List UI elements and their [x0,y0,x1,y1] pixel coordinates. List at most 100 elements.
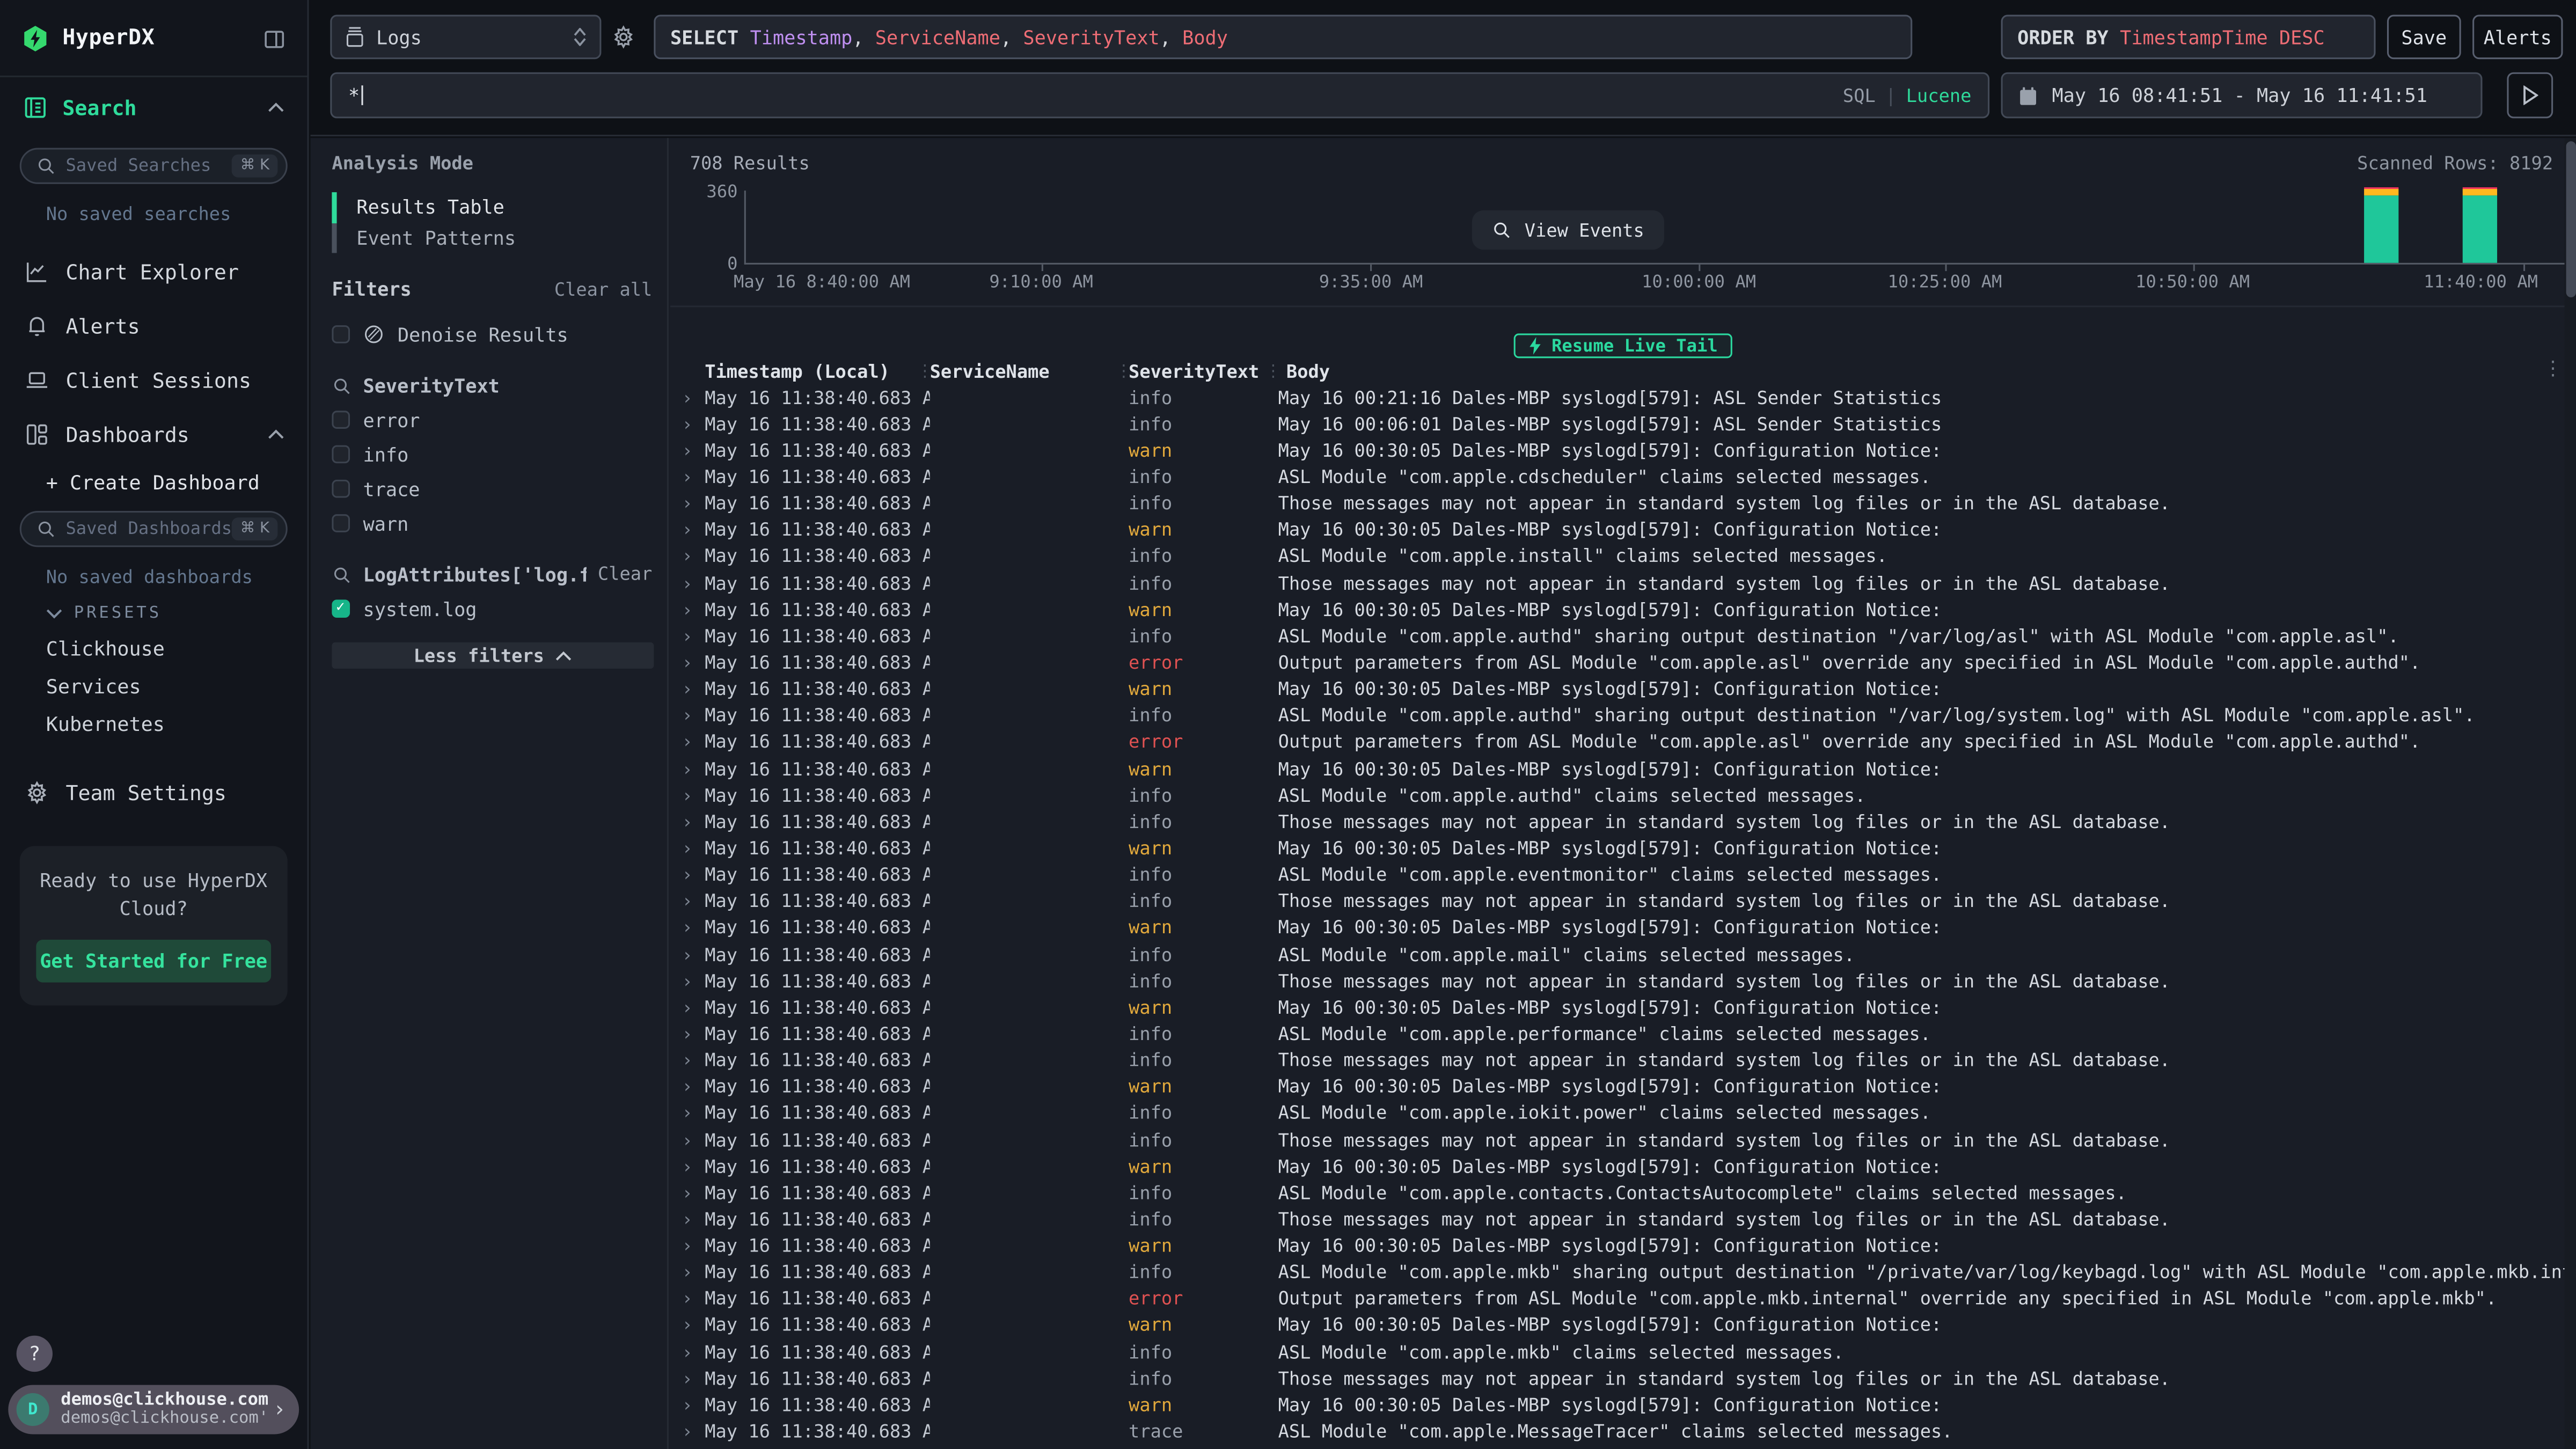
row-expand-chevron-icon[interactable]: › [682,414,705,435]
table-row[interactable]: ›May 16 11:38:40.683 AMinfoASL Module "c… [670,544,2576,570]
order-by-input[interactable]: ORDER BY TimestampTime DESC [2001,15,2376,60]
checkbox[interactable] [332,445,350,464]
column-resize-handle[interactable]: ⋮ [917,362,930,380]
row-expand-chevron-icon[interactable]: › [682,652,705,674]
analysis-mode-results-table[interactable]: Results Table [332,192,652,223]
create-dashboard-button[interactable]: + Create Dashboard [46,465,308,501]
table-row[interactable]: ›May 16 11:38:40.683 AMwarnMay 16 00:30:… [670,1392,2576,1418]
clear-all-filters-link[interactable]: Clear all [554,279,652,300]
column-header-body[interactable]: Body [1278,361,2576,382]
table-row[interactable]: ›May 16 11:38:40.683 AMwarnMay 16 00:30:… [670,1233,2576,1259]
select-columns-input[interactable]: SELECT Timestamp, ServiceName, SeverityT… [654,15,1912,60]
table-row[interactable]: ›May 16 11:38:40.683 AMinfoThose message… [670,809,2576,835]
row-expand-chevron-icon[interactable]: › [682,1209,705,1231]
row-expand-chevron-icon[interactable]: › [682,573,705,594]
table-row[interactable]: ›May 16 11:38:40.683 AMerrorOutput param… [670,1286,2576,1312]
filter-group-clear-link[interactable]: Clear [598,564,652,585]
row-expand-chevron-icon[interactable]: › [682,1077,705,1098]
checkbox[interactable] [332,411,350,429]
row-expand-chevron-icon[interactable]: › [682,679,705,700]
table-row[interactable]: ›May 16 11:38:40.683 AMinfoThose message… [670,1127,2576,1153]
row-expand-chevron-icon[interactable]: › [682,1156,705,1177]
table-row[interactable]: ›May 16 11:38:40.683 AMwarnMay 16 00:30:… [670,994,2576,1021]
time-range-picker[interactable]: May 16 08:41:51 - May 16 11:41:51 [2001,72,2483,119]
preset-item-clickhouse[interactable]: Clickhouse [46,629,308,667]
row-expand-chevron-icon[interactable]: › [682,1182,705,1204]
table-row[interactable]: ›May 16 11:38:40.683 AMinfoASL Module "c… [670,1180,2576,1206]
sidebar-item-client-sessions[interactable]: Client Sessions [0,353,307,407]
sidebar-collapse-icon[interactable] [263,27,286,50]
table-body[interactable]: ›May 16 11:38:40.683 AMinfoMay 16 00:21:… [670,384,2576,1449]
table-row[interactable]: ›May 16 11:38:40.683 AMwarnMay 16 00:30:… [670,1074,2576,1100]
live-tail-play-button[interactable] [2507,72,2553,119]
save-button[interactable]: Save [2387,15,2461,60]
row-expand-chevron-icon[interactable]: › [682,519,705,541]
row-expand-chevron-icon[interactable]: › [682,838,705,859]
source-settings-gear-icon[interactable] [611,25,636,49]
table-row[interactable]: ›May 16 11:38:40.683 AMinfoASL Module "c… [670,1021,2576,1047]
row-expand-chevron-icon[interactable]: › [682,546,705,568]
table-row[interactable]: ›May 16 11:38:40.683 AMinfoASL Module "c… [670,941,2576,968]
table-row[interactable]: ›May 16 11:38:40.683 AMinfoThose message… [670,1206,2576,1233]
source-select[interactable]: Logs [330,15,601,60]
row-expand-chevron-icon[interactable]: › [682,917,705,939]
query-language-toggle[interactable]: SQL | Lucene [1843,85,1972,106]
column-header-timestamp-local-[interactable]: Timestamp (Local) [705,361,917,382]
table-row[interactable]: ›May 16 11:38:40.683 AMwarnMay 16 00:30:… [670,1153,2576,1180]
row-expand-chevron-icon[interactable]: › [682,1315,705,1336]
row-expand-chevron-icon[interactable]: › [682,891,705,912]
table-row[interactable]: ›May 16 11:38:40.683 AMinfoASL Module "c… [670,782,2576,808]
table-row[interactable]: ›May 16 11:38:40.683 AMwarnMay 16 00:30:… [670,1313,2576,1339]
presets-toggle[interactable]: PRESETS [46,605,308,623]
lucene-mode-option[interactable]: Lucene [1906,85,1972,106]
filter-option-trace[interactable]: trace [332,477,652,501]
table-row[interactable]: ›May 16 11:38:40.683 AMwarnMay 16 00:30:… [670,676,2576,702]
row-expand-chevron-icon[interactable]: › [682,811,705,833]
help-button[interactable]: ? [17,1336,53,1372]
histogram-bar[interactable] [2364,187,2398,263]
saved-dashboards-input[interactable]: Saved Dashboards ⌘ K [20,511,288,547]
less-filters-button[interactable]: Less filters [332,642,654,669]
table-row[interactable]: ›May 16 11:38:40.683 AMwarnMay 16 00:30:… [670,437,2576,464]
preset-item-kubernetes[interactable]: Kubernetes [46,705,308,742]
analysis-mode-event-patterns[interactable]: Event Patterns [332,223,652,253]
sidebar-item-search[interactable]: Search [0,77,307,138]
table-row[interactable]: ›May 16 11:38:40.683 AMwarnMay 16 00:30:… [670,597,2576,623]
table-row[interactable]: ›May 16 11:38:40.683 AMinfoThose message… [670,888,2576,914]
row-expand-chevron-icon[interactable]: › [682,1342,705,1363]
view-events-button[interactable]: View Events [1472,210,1664,250]
column-header-severitytext[interactable]: SeverityText [1129,361,1265,382]
filter-option-warn[interactable]: warn [332,511,652,536]
column-header-servicename[interactable]: ServiceName [930,361,1116,382]
row-expand-chevron-icon[interactable]: › [682,970,705,992]
filter-option-system-log[interactable]: system.log [332,596,652,621]
column-resize-handle[interactable]: ⋮ [1265,362,1278,380]
row-expand-chevron-icon[interactable]: › [682,1103,705,1124]
table-row[interactable]: ›May 16 11:38:40.683 AMwarnMay 16 00:30:… [670,915,2576,941]
row-expand-chevron-icon[interactable]: › [682,1289,705,1310]
scrollbar-thumb[interactable] [2565,141,2575,297]
table-row[interactable]: ›May 16 11:38:40.683 AMinfoASL Module "c… [670,623,2576,649]
sidebar-item-dashboards[interactable]: Dashboards [0,407,307,462]
table-row[interactable]: ›May 16 11:38:40.683 AMinfoASL Module "c… [670,1339,2576,1365]
table-row[interactable]: ›May 16 11:38:40.683 AMwarnMay 16 00:30:… [670,756,2576,782]
table-row[interactable]: ›May 16 11:38:40.683 AMinfoMay 16 00:06:… [670,411,2576,437]
sql-mode-option[interactable]: SQL [1843,85,1876,106]
row-expand-chevron-icon[interactable]: › [682,599,705,620]
table-row[interactable]: ›May 16 11:38:40.683 AMinfoASL Module "c… [670,862,2576,888]
resume-live-tail-button[interactable]: Resume Live Tail [1514,333,1733,358]
checkbox[interactable] [332,514,350,532]
checkbox[interactable] [332,599,350,618]
table-row[interactable]: ›May 16 11:38:40.683 AMerrorOutput param… [670,649,2576,676]
checkbox[interactable] [332,480,350,498]
denoise-results-option[interactable]: Denoise Results [332,322,652,347]
row-expand-chevron-icon[interactable]: › [682,493,705,515]
row-expand-chevron-icon[interactable]: › [682,626,705,647]
row-expand-chevron-icon[interactable]: › [682,1395,705,1416]
row-expand-chevron-icon[interactable]: › [682,387,705,408]
row-expand-chevron-icon[interactable]: › [682,785,705,806]
table-row[interactable]: ›May 16 11:38:40.683 AMinfoASL Module "c… [670,1100,2576,1126]
row-expand-chevron-icon[interactable]: › [682,944,705,965]
table-row[interactable]: ›May 16 11:38:40.683 AMinfoThose message… [670,1048,2576,1074]
denoise-checkbox[interactable] [332,325,350,343]
